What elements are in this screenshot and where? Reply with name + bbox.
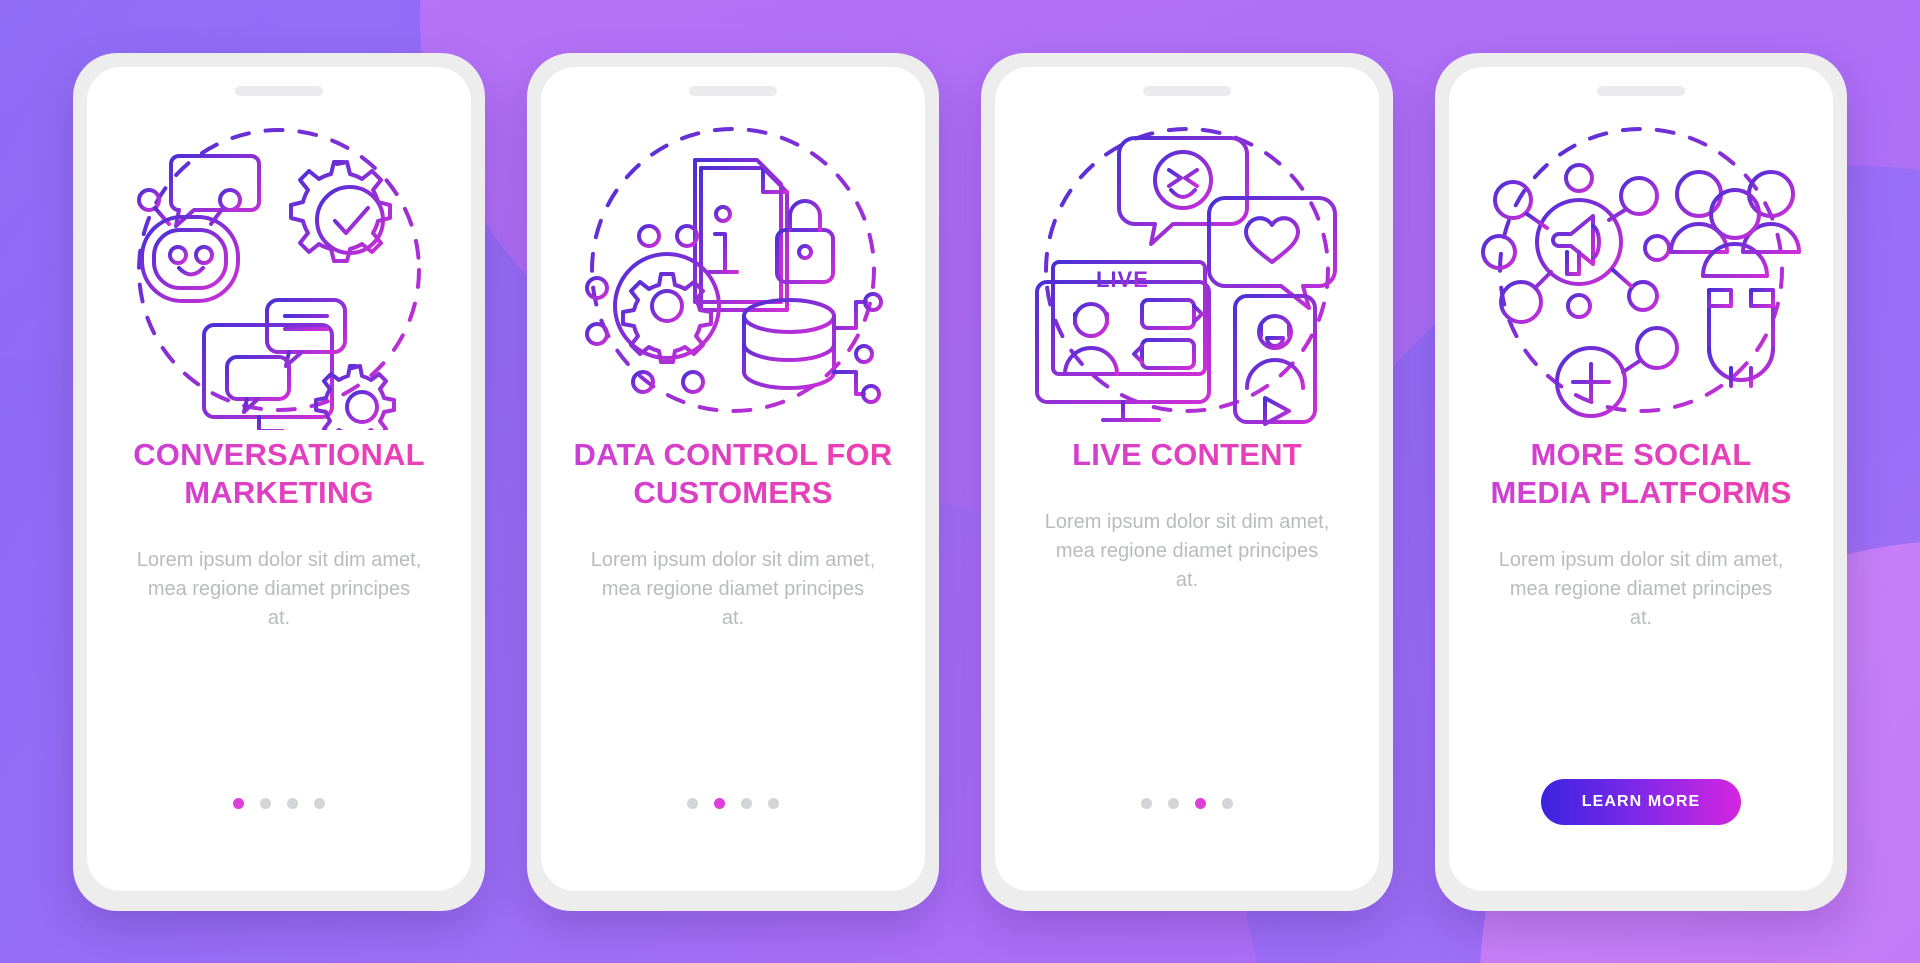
pagination-dots[interactable]: [1141, 797, 1233, 809]
phone-screen-more-social-media: MORE SOCIAL MEDIA PLATFORMS Lorem ipsum …: [1435, 52, 1847, 911]
pagination-dot-1[interactable]: [687, 797, 698, 809]
phone-speaker-notch: [689, 85, 777, 96]
phone-speaker-notch: [1143, 85, 1231, 96]
phone-screen-conversational-marketing: CONVERSATIONAL MARKETING Lorem ipsum dol…: [73, 52, 485, 911]
screen-content: LIVE LIVE CONTENT Lorem ipsum dolor sit …: [995, 66, 1379, 891]
screen-content: DATA CONTROL FOR CUSTOMERS Lorem ipsum d…: [541, 66, 925, 891]
pagination-dot-2[interactable]: [714, 797, 725, 809]
phone-screen-live-content: LIVE LIVE CONTENT Lorem ipsum dolor sit …: [981, 52, 1393, 911]
screen-body-text: Lorem ipsum dolor sit dim amet, mea regi…: [1498, 548, 1784, 629]
pagination-dot-4[interactable]: [314, 797, 325, 809]
pagination-dot-1[interactable]: [1141, 797, 1152, 809]
screen-body-text: Lorem ipsum dolor sit dim amet, mea regi…: [1044, 510, 1330, 591]
phone-card-row: CONVERSATIONAL MARKETING Lorem ipsum dol…: [0, 0, 1920, 963]
pagination-dots[interactable]: [687, 797, 779, 809]
pagination-dot-2[interactable]: [260, 797, 271, 809]
pagination-dot-4[interactable]: [768, 797, 779, 809]
document-lock-database-network-illustration: [563, 110, 903, 430]
pagination-dot-4[interactable]: [1222, 797, 1233, 809]
pagination-dots[interactable]: [233, 797, 325, 809]
screen-body-text: Lorem ipsum dolor sit dim amet, mea regi…: [136, 548, 422, 629]
onboarding-screens-mockup: CONVERSATIONAL MARKETING Lorem ipsum dol…: [0, 0, 1920, 963]
megaphone-network-people-magnet-illustration: [1471, 110, 1811, 430]
live-label: LIVE: [1096, 267, 1149, 292]
pagination-dot-1[interactable]: [233, 797, 244, 809]
pagination-dot-3[interactable]: [287, 797, 298, 809]
live-stream-monitor-phone-illustration: LIVE: [1017, 110, 1357, 430]
pagination-dot-3[interactable]: [1195, 797, 1206, 809]
phone-speaker-notch: [235, 85, 323, 96]
screen-content: CONVERSATIONAL MARKETING Lorem ipsum dol…: [87, 66, 471, 891]
screen-content: MORE SOCIAL MEDIA PLATFORMS Lorem ipsum …: [1449, 66, 1833, 891]
phone-screen-data-control: DATA CONTROL FOR CUSTOMERS Lorem ipsum d…: [527, 52, 939, 911]
screen-body-text: Lorem ipsum dolor sit dim amet, mea regi…: [590, 548, 876, 629]
screen-title: MORE SOCIAL MEDIA PLATFORMS: [1476, 436, 1806, 512]
pagination-dot-2[interactable]: [1168, 797, 1179, 809]
phone-speaker-notch: [1597, 85, 1685, 96]
screen-title: CONVERSATIONAL MARKETING: [114, 436, 444, 512]
chatbot-gear-monitor-illustration: [109, 110, 449, 430]
learn-more-button[interactable]: LEARN MORE: [1541, 778, 1741, 825]
screen-title: LIVE CONTENT: [1022, 436, 1352, 474]
screen-title: DATA CONTROL FOR CUSTOMERS: [568, 436, 898, 512]
pagination-dot-3[interactable]: [741, 797, 752, 809]
